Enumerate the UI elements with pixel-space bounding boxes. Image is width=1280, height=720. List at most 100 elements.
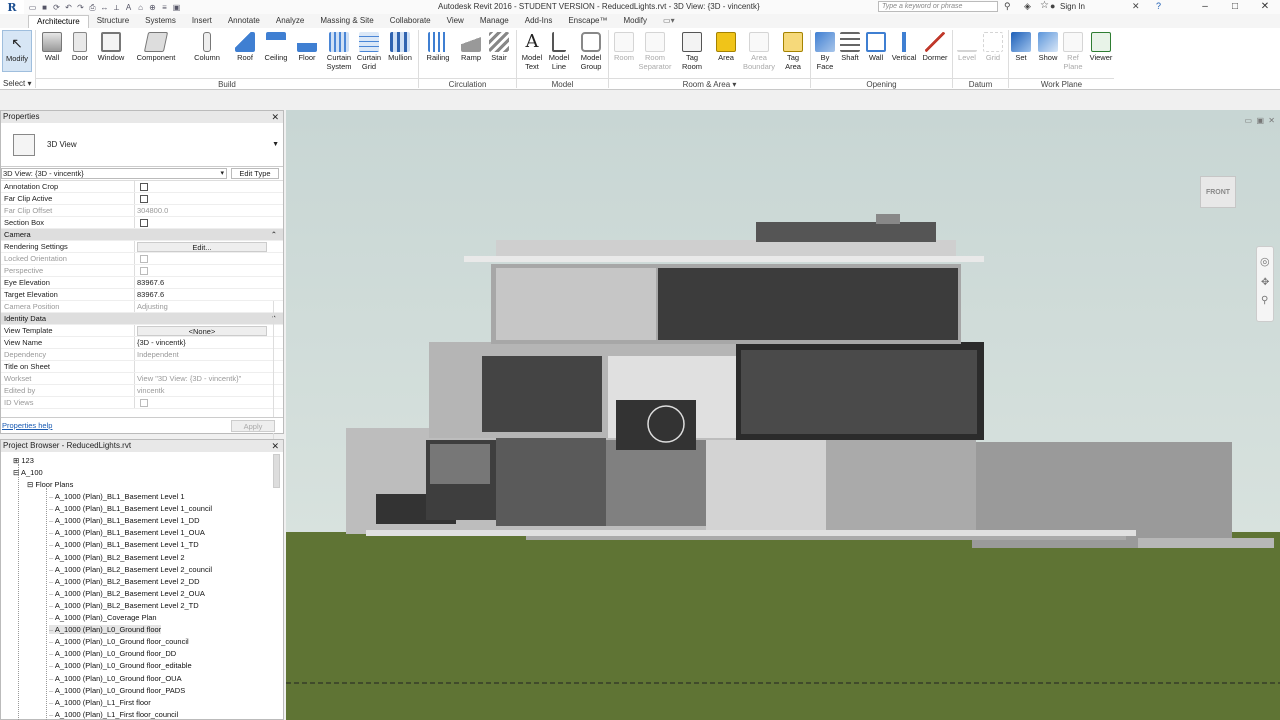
browser-view-item[interactable]: – A_1000 (Plan)_BL1_Basement Level 1_DD <box>49 516 200 525</box>
pan-icon[interactable]: ✥ <box>1261 277 1269 288</box>
thin-lines-icon[interactable]: ≡ <box>160 3 169 12</box>
chevron-down-icon[interactable]: ▼ <box>272 141 279 148</box>
tree-node-123[interactable]: ⊞ 123 <box>13 456 34 465</box>
room-separator-button[interactable]: Room Separator <box>636 30 674 76</box>
tag-area-button[interactable]: Tag Area <box>780 30 806 76</box>
tab-modify[interactable]: Modify <box>615 15 655 28</box>
browser-view-item[interactable]: – A_1000 (Plan)_BL1_Basement Level 1 <box>49 492 185 501</box>
browser-view-item[interactable]: – A_1000 (Plan)_L0_Ground floor_OUA <box>49 674 182 683</box>
tab-enscape[interactable]: Enscape™ <box>560 15 615 28</box>
target-elevation-value[interactable]: 83967.6 <box>135 289 283 300</box>
floor-button[interactable]: Floor <box>294 30 320 76</box>
set-button[interactable]: Set <box>1010 30 1032 76</box>
tab-analyze[interactable]: Analyze <box>268 15 312 28</box>
tab-systems[interactable]: Systems <box>137 15 184 28</box>
collapse-icon[interactable]: ⊟ <box>27 480 33 489</box>
switch-windows-icon[interactable]: ▣ <box>172 3 181 12</box>
browser-view-item[interactable]: – A_1000 (Plan)_BL1_Basement Level 1_TD <box>49 540 199 549</box>
zoom-icon[interactable]: ⚲ <box>1261 295 1268 306</box>
browser-view-item[interactable]: – A_1000 (Plan)_BL2_Basement Level 2_cou… <box>49 565 212 574</box>
3d-viewport[interactable]: ▭ ▣ ✕ FRONT ◎ ✥ ⚲ <box>286 110 1280 720</box>
tab-massing-site[interactable]: Massing & Site <box>312 15 381 28</box>
show-button[interactable]: Show <box>1036 30 1060 76</box>
sync-icon[interactable]: ⟳ <box>52 3 61 12</box>
grid-button[interactable]: Grid <box>982 30 1004 76</box>
roof-button[interactable]: Roof <box>233 30 257 76</box>
subscription-icon[interactable]: ◈ <box>1024 1 1031 12</box>
instance-selector[interactable]: 3D View: {3D - vincentk} ▾ <box>1 168 227 179</box>
view-close-icon[interactable]: ✕ <box>1268 116 1275 125</box>
stair-button[interactable]: Stair <box>486 30 512 76</box>
viewcube[interactable]: FRONT <box>1200 176 1236 208</box>
curtain-system-button[interactable]: Curtain System <box>322 30 356 76</box>
type-selector[interactable]: 3D View ▼ <box>1 123 283 167</box>
measure-icon[interactable]: ↔ <box>100 3 109 12</box>
section-icon[interactable]: ⊕ <box>148 3 157 12</box>
model-text-button[interactable]: A Model Text <box>519 30 545 76</box>
browser-view-item[interactable]: – A_1000 (Plan)_BL2_Basement Level 2_DD <box>49 577 200 586</box>
text-icon[interactable]: A <box>124 3 133 12</box>
view-minimize-icon[interactable]: ▭ <box>1244 116 1252 125</box>
ribbon-toggle-icon[interactable]: ▭▾ <box>655 15 683 28</box>
navigation-bar[interactable]: ◎ ✥ ⚲ <box>1256 246 1274 322</box>
dimension-icon[interactable]: ⟂ <box>112 3 121 12</box>
ramp-button[interactable]: Ramp <box>458 30 484 76</box>
browser-view-item[interactable]: – A_1000 (Plan)_L0_Ground floor_editable <box>49 661 192 670</box>
favorites-star-icon[interactable]: ☆ <box>1040 0 1049 11</box>
browser-view-item[interactable]: – A_1000 (Plan)_Coverage Plan <box>49 613 157 622</box>
vertical-button[interactable]: Vertical <box>890 30 918 76</box>
room-button[interactable]: Room <box>612 30 636 76</box>
modify-button[interactable]: ↖ Modify <box>2 30 32 72</box>
level-button[interactable]: Level <box>956 30 978 76</box>
browser-view-item[interactable]: – A_1000 (Plan)_L1_First floor <box>49 698 151 707</box>
browser-view-item[interactable]: – A_1000 (Plan)_L0_Ground floor_DD <box>49 649 176 658</box>
room-area-panel-label[interactable]: Room & Area ▾ <box>609 78 810 89</box>
eye-elevation-value[interactable]: 83967.6 <box>135 277 283 288</box>
column-button[interactable]: Column <box>190 30 224 76</box>
viewer-button[interactable]: Viewer <box>1088 30 1114 76</box>
ref-plane-button[interactable]: Ref Plane <box>1062 30 1084 76</box>
mullion-button[interactable]: Mullion <box>384 30 416 76</box>
revit-logo-icon[interactable]: R <box>0 0 24 14</box>
tab-collaborate[interactable]: Collaborate <box>382 15 439 28</box>
search-input[interactable]: Type a keyword or phrase <box>878 1 998 12</box>
browser-view-item[interactable]: – A_1000 (Plan)_BL2_Basement Level 2_OUA <box>49 589 205 598</box>
browser-view-item[interactable]: – A_1000 (Plan)_BL2_Basement Level 2 <box>49 553 185 562</box>
component-button[interactable]: Component <box>132 30 180 76</box>
minimize-icon[interactable]: – <box>1190 0 1220 14</box>
undo-icon[interactable]: ↶ <box>64 3 73 12</box>
checkbox[interactable] <box>140 183 148 191</box>
tab-add-ins[interactable]: Add-Ins <box>517 15 561 28</box>
tab-insert[interactable]: Insert <box>184 15 220 28</box>
save-icon[interactable]: ■ <box>40 3 49 12</box>
shaft-button[interactable]: Shaft <box>838 30 862 76</box>
group-camera[interactable]: Camera ⌃ <box>1 229 283 241</box>
view-template-button[interactable]: <None> <box>137 326 267 336</box>
maximize-icon[interactable]: □ <box>1220 0 1250 14</box>
browser-view-item[interactable]: – A_1000 (Plan)_L1_First floor_council <box>49 710 178 719</box>
browser-view-item[interactable]: – A_1000 (Plan)_L0_Ground floor_PADS <box>49 686 185 695</box>
apply-button[interactable]: Apply <box>231 420 275 432</box>
close-icon[interactable]: ✕ <box>271 440 279 452</box>
browser-view-item[interactable]: – A_1000 (Plan)_BL2_Basement Level 2_TD <box>49 601 199 610</box>
tab-architecture[interactable]: Architecture <box>28 15 89 28</box>
ceiling-button[interactable]: Ceiling <box>262 30 290 76</box>
window-button[interactable]: Window <box>95 30 127 76</box>
help-icon[interactable]: ? <box>1156 1 1161 11</box>
browser-view-item[interactable]: – A_1000 (Plan)_BL1_Basement Level 1_cou… <box>49 504 212 513</box>
model-line-button[interactable]: Model Line <box>546 30 572 76</box>
curtain-grid-button[interactable]: Curtain Grid <box>354 30 384 76</box>
checkbox[interactable] <box>140 219 148 227</box>
user-icon[interactable]: ● <box>1050 1 1055 11</box>
edit-type-button[interactable]: Edit Type <box>231 168 279 179</box>
tab-view[interactable]: View <box>439 15 472 28</box>
wall-opening-button[interactable]: Wall <box>864 30 888 76</box>
collapse-icon[interactable]: ⌃ <box>271 229 283 240</box>
properties-help-link[interactable]: Properties help <box>2 421 52 430</box>
view-name-value[interactable]: {3D - vincentk} <box>135 337 283 348</box>
default-3d-view-icon[interactable]: ⌂ <box>136 3 145 12</box>
view-restore-icon[interactable]: ▣ <box>1256 116 1264 125</box>
tab-annotate[interactable]: Annotate <box>220 15 268 28</box>
sign-in-link[interactable]: Sign In <box>1060 2 1085 11</box>
tab-manage[interactable]: Manage <box>472 15 517 28</box>
